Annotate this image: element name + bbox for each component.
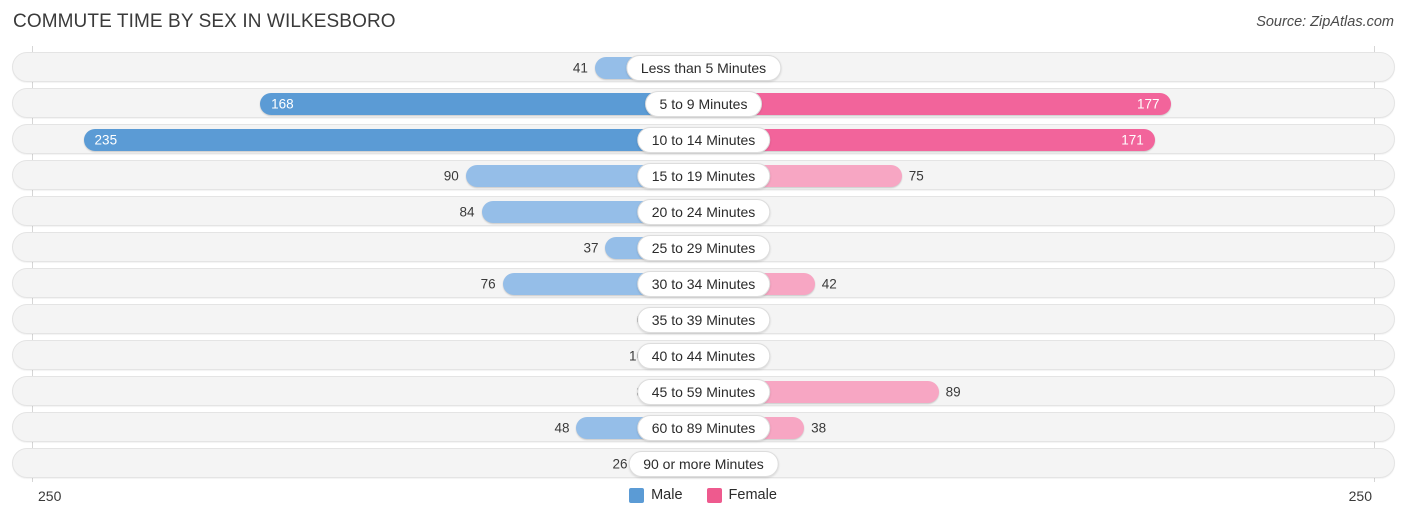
table-row[interactable]: 26090 or more Minutes: [12, 448, 1395, 478]
category-label: 90 or more Minutes: [628, 451, 779, 477]
category-label: 60 to 89 Minutes: [636, 415, 771, 441]
legend-item[interactable]: Male: [629, 487, 683, 503]
chart-legend: Male Female: [0, 487, 1406, 503]
legend-item[interactable]: Female: [706, 487, 777, 503]
bar-value-female: 75: [908, 168, 924, 184]
bar-value-male: 84: [459, 204, 475, 220]
table-row[interactable]: 168 177 5 to 9 Minutes: [12, 88, 1395, 118]
bar-value-male: 37: [583, 240, 599, 256]
source-attribution: Source: ZipAtlas.com: [1256, 14, 1394, 30]
table-row[interactable]: 235 171 10 to 14 Minutes: [12, 124, 1395, 154]
category-label: 15 to 19 Minutes: [636, 163, 771, 189]
bar-female[interactable]: 177: [704, 93, 1171, 115]
bar-value-male: 90: [443, 168, 459, 184]
page-title: COMMUTE TIME BY SEX IN WILKESBORO: [13, 11, 396, 32]
table-row[interactable]: 37025 to 29 Minutes: [12, 232, 1395, 262]
category-label: 5 to 9 Minutes: [644, 91, 763, 117]
category-label: 30 to 34 Minutes: [636, 271, 771, 297]
legend-label: Male: [651, 487, 683, 503]
legend-swatch-icon: [706, 487, 722, 503]
table-row[interactable]: 88945 to 59 Minutes: [12, 376, 1395, 406]
bar-value-male: 41: [572, 60, 588, 76]
category-label: 25 to 29 Minutes: [636, 235, 771, 261]
table-row[interactable]: 10040 to 44 Minutes: [12, 340, 1395, 370]
bar-male[interactable]: 168: [260, 93, 703, 115]
bar-male[interactable]: 235: [83, 129, 703, 151]
bar-value-male: 235: [94, 132, 118, 148]
table-row[interactable]: 0035 to 39 Minutes: [12, 304, 1395, 334]
bar-value-male: 168: [271, 96, 294, 112]
category-label: 20 to 24 Minutes: [636, 199, 771, 225]
bar-value-female: 171: [1121, 132, 1144, 148]
bar-value-male: 76: [480, 276, 496, 292]
bar-value-female: 177: [1137, 96, 1160, 112]
legend-swatch-icon: [629, 487, 645, 503]
bar-value-female: 42: [821, 276, 837, 292]
bar-value-female: 38: [811, 420, 827, 436]
table-row[interactable]: 48 38 60 to 89 Minutes: [12, 412, 1395, 442]
chart-container: COMMUTE TIME BY SEX IN WILKESBORO Source…: [0, 0, 1406, 523]
bar-value-female: 89: [945, 384, 961, 400]
legend-label: Female: [728, 487, 777, 503]
category-label: Less than 5 Minutes: [625, 55, 782, 81]
bar-female[interactable]: 171: [704, 129, 1155, 151]
category-label: 35 to 39 Minutes: [636, 307, 771, 333]
category-label: 40 to 44 Minutes: [636, 343, 771, 369]
bar-value-male: 48: [554, 420, 570, 436]
chart-header: COMMUTE TIME BY SEX IN WILKESBORO Source…: [0, 0, 1406, 46]
table-row[interactable]: 76 42 30 to 34 Minutes: [12, 268, 1395, 298]
table-row[interactable]: 84920 to 24 Minutes: [12, 196, 1395, 226]
chart-footer: 250 250 Male Female: [0, 482, 1406, 523]
plot-area: 410Less than 5 Minutes 168 177 5 to 9 Minut…: [0, 46, 1406, 482]
bar-value-male: 26: [612, 456, 628, 472]
category-label: 10 to 14 Minutes: [636, 127, 771, 153]
table-row[interactable]: 410Less than 5 Minutes: [12, 52, 1395, 82]
table-row[interactable]: 90 75 15 to 19 Minutes: [12, 160, 1395, 190]
category-label: 45 to 59 Minutes: [636, 379, 771, 405]
